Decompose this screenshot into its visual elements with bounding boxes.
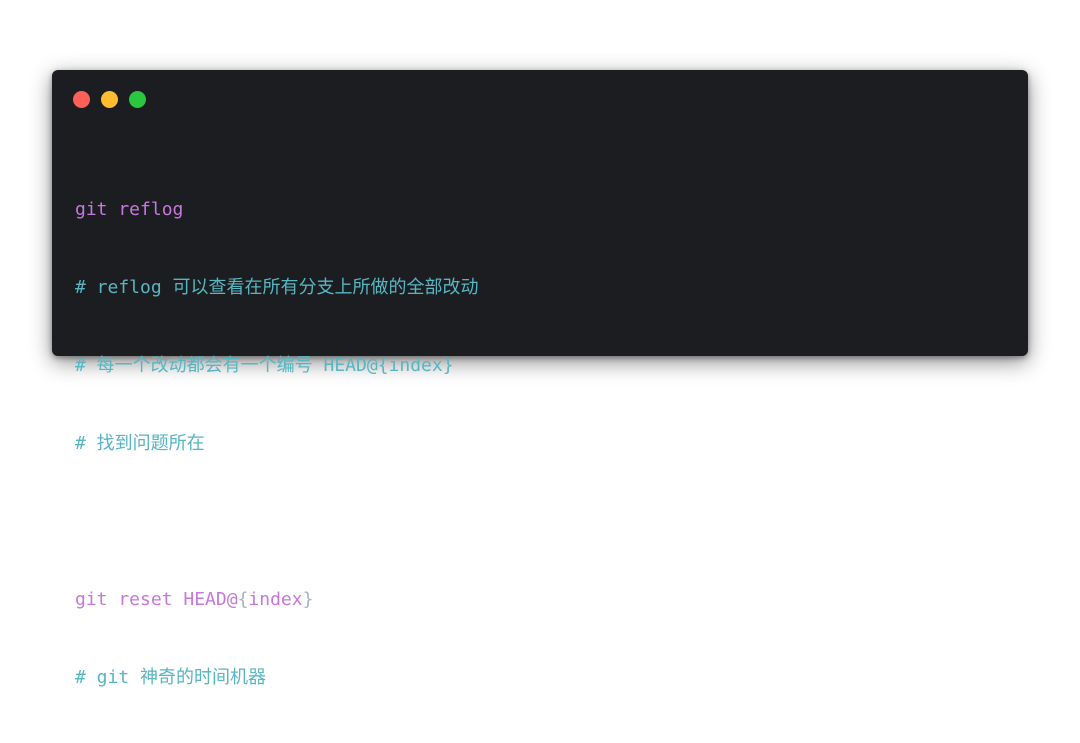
code-line-2: # reflog 可以查看在所有分支上所做的全部改动 xyxy=(75,277,479,298)
code-window: git reflog # reflog 可以查看在所有分支上所做的全部改动 # … xyxy=(52,70,1028,688)
code-line-6-arg: index xyxy=(248,589,303,610)
code-block: git reflog # reflog 可以查看在所有分支上所做的全部改动 # … xyxy=(75,145,479,743)
close-dot-icon[interactable] xyxy=(73,91,90,108)
window-controls xyxy=(73,91,146,108)
code-line-7: # git 神奇的时间机器 xyxy=(75,667,267,688)
code-line-1: git reflog xyxy=(75,199,184,220)
code-line-4: # 找到问题所在 xyxy=(75,433,205,454)
code-line-3: # 每一个改动都会有一个编号 HEAD@{index} xyxy=(75,355,454,376)
minimize-dot-icon[interactable] xyxy=(101,91,118,108)
code-line-6-command: git reset HEAD@ xyxy=(75,589,238,610)
code-line-6-brace-open: { xyxy=(237,589,249,610)
zoom-dot-icon[interactable] xyxy=(129,91,146,108)
code-line-6: git reset HEAD@{index} xyxy=(75,587,479,613)
code-line-6-brace-close: } xyxy=(302,589,314,610)
